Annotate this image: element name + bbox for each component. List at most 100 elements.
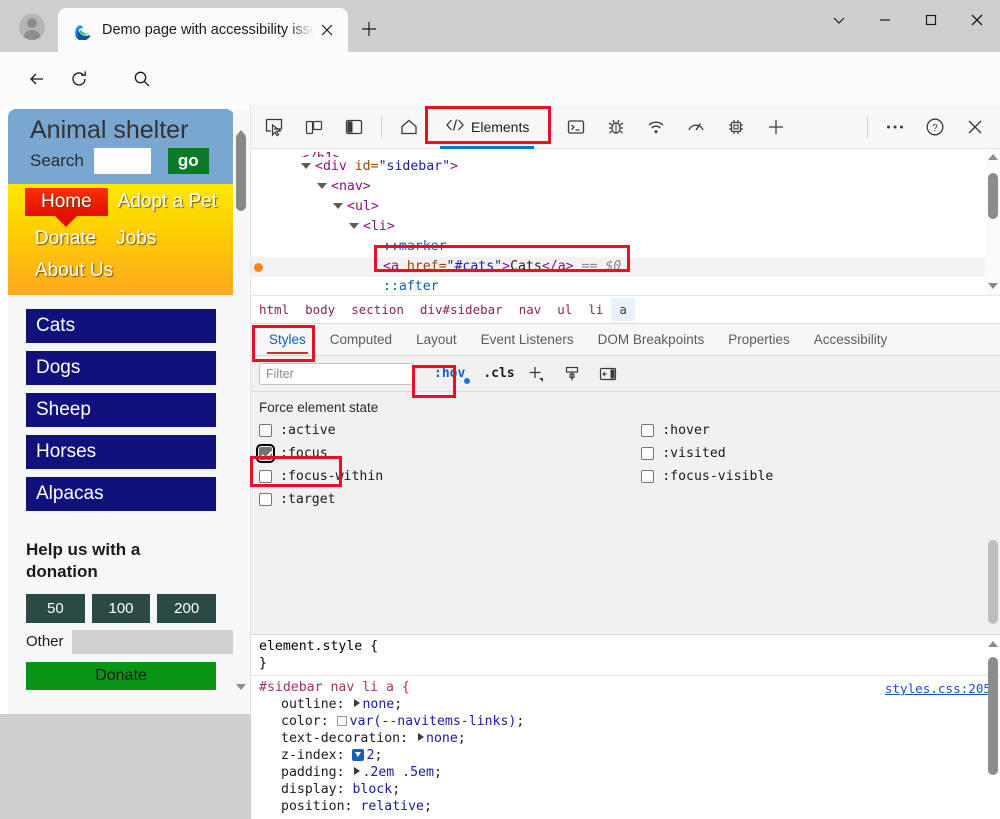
value-padding[interactable]: .2em .5em (362, 765, 433, 780)
checkbox-hover[interactable] (641, 424, 654, 437)
go-button[interactable]: go (168, 148, 209, 174)
breadcrumb-div-sidebar[interactable]: div#sidebar (412, 298, 511, 321)
expand-arrow-icon[interactable] (418, 733, 424, 741)
animal-link-horses[interactable]: Horses (26, 435, 216, 469)
declaration-z-index[interactable]: z-index: 2; (259, 747, 993, 764)
value-text-decoration[interactable]: none (426, 731, 458, 746)
rule-element-style[interactable]: element.style { } (251, 635, 1000, 675)
inspect-element-icon[interactable] (257, 110, 291, 144)
checkbox-row-active[interactable]: :active (259, 419, 383, 442)
breadcrumb-body[interactable]: body (297, 298, 343, 321)
checkbox-row-focus-within[interactable]: :focus-within (259, 465, 383, 488)
performance-icon[interactable] (679, 110, 713, 144)
page-scrollbar[interactable] (233, 109, 249, 714)
network-icon[interactable] (639, 110, 673, 144)
refresh-icon[interactable] (62, 62, 96, 96)
checkbox-focus-within[interactable] (259, 470, 272, 483)
breadcrumb-ul[interactable]: ul (549, 298, 580, 321)
page-scroll-down-icon[interactable] (236, 690, 246, 708)
nav-item-donate[interactable]: Donate (25, 225, 106, 253)
page-scroll-thumb[interactable] (236, 133, 246, 211)
dom-anchor-href-value[interactable]: "#cats" (447, 259, 503, 274)
dock-side-icon[interactable] (337, 110, 371, 144)
expand-arrow-icon[interactable] (354, 699, 360, 707)
prop-display[interactable]: display (281, 782, 337, 797)
value-display[interactable]: block (352, 782, 392, 797)
dom-line-marker[interactable]: ::marker (251, 237, 1000, 257)
breadcrumb-nav[interactable]: nav (511, 298, 550, 321)
animal-link-dogs[interactable]: Dogs (26, 351, 216, 385)
animal-link-cats[interactable]: Cats (26, 309, 216, 343)
value-position[interactable]: relative (360, 799, 424, 814)
maximize-button[interactable] (908, 0, 954, 40)
rule-selector[interactable]: #sidebar nav li a { (259, 679, 993, 696)
page-scroll-up-icon[interactable] (236, 113, 246, 131)
close-window-button[interactable] (954, 0, 1000, 40)
new-style-rule-icon[interactable] (521, 361, 551, 387)
nav-item-about-us[interactable]: About Us (25, 257, 123, 285)
checkbox-focus[interactable] (259, 447, 272, 460)
styles-filter-input[interactable]: Filter (259, 363, 414, 385)
value-z-index[interactable]: 2 (366, 748, 374, 763)
pane-tab-properties[interactable]: Properties (716, 327, 802, 352)
declaration-padding[interactable]: padding: .2em .5em; (259, 764, 993, 781)
color-swatch-icon[interactable] (337, 716, 347, 726)
pane-tab-accessibility[interactable]: Accessibility (802, 327, 900, 352)
debugger-bug-icon[interactable] (599, 110, 633, 144)
dom-tree[interactable]: </h1> <div id="sidebar"> <nav> <ul> <li>… (251, 149, 1000, 295)
value-outline[interactable]: none (362, 697, 394, 712)
profile-button[interactable] (10, 8, 54, 46)
breadcrumb-section[interactable]: section (343, 298, 412, 321)
checkbox-row-target[interactable]: :target (259, 488, 383, 511)
pane-tab-dom-breakpoints[interactable]: DOM Breakpoints (586, 327, 717, 352)
checkbox-active[interactable] (259, 424, 272, 437)
dom-line-div-sidebar[interactable]: <div id="sidebar"> (251, 157, 1000, 177)
breadcrumb[interactable]: html body section div#sidebar nav ul li … (251, 295, 1000, 323)
twisty-icon[interactable] (301, 163, 311, 169)
amount-50-button[interactable]: 50 (26, 594, 85, 623)
force-state-hov-button[interactable]: :hov (430, 364, 469, 383)
other-amount-input[interactable] (72, 630, 234, 654)
pane-tab-event-listeners[interactable]: Event Listeners (469, 327, 586, 352)
memory-chip-icon[interactable] (719, 110, 753, 144)
prop-position[interactable]: position (281, 799, 345, 814)
checkbox-visited[interactable] (641, 447, 654, 460)
close-devtools-icon[interactable] (958, 110, 992, 144)
amount-200-button[interactable]: 200 (157, 594, 216, 623)
pane-tab-styles[interactable]: Styles (257, 327, 318, 352)
prop-outline[interactable]: outline (281, 697, 337, 712)
nav-item-adopt-a-pet[interactable]: Adopt a Pet (108, 188, 227, 216)
twisty-icon[interactable] (317, 183, 327, 189)
home-icon[interactable] (392, 110, 426, 144)
new-tab-button[interactable] (352, 13, 386, 45)
dom-line-li[interactable]: <li> (251, 217, 1000, 237)
checkbox-row-focus-visible[interactable]: :focus-visible (641, 465, 773, 488)
twisty-icon[interactable] (349, 223, 359, 229)
declaration-display[interactable]: display: block; (259, 781, 993, 798)
declaration-outline[interactable]: outline: none; (259, 696, 993, 713)
browser-tab[interactable]: Demo page with accessibility issu (58, 8, 348, 52)
animal-link-sheep[interactable]: Sheep (26, 393, 216, 427)
breadcrumb-a[interactable]: a (611, 298, 635, 321)
prop-text-decoration[interactable]: text-decoration (281, 731, 400, 746)
declaration-position[interactable]: position: relative; (259, 798, 993, 815)
more-tools-ellipsis-icon[interactable] (878, 110, 912, 144)
prop-color[interactable]: color (281, 714, 321, 729)
breakpoint-dot-icon[interactable] (254, 263, 263, 272)
z-index-badge-icon[interactable] (352, 749, 364, 761)
add-panel-icon[interactable] (759, 110, 793, 144)
pane-tab-computed[interactable]: Computed (318, 327, 404, 352)
checkbox-target[interactable] (259, 493, 272, 506)
checkbox-row-visited[interactable]: :visited (641, 442, 773, 465)
value-color[interactable]: var(--navitems-links) (350, 714, 517, 729)
stylesheet-source-link[interactable]: styles.css:205 (885, 680, 991, 697)
styles-scrollbar-upper[interactable] (985, 540, 1000, 634)
declaration-color[interactable]: color: var(--navitems-links); (259, 713, 993, 730)
dom-line-ul[interactable]: <ul> (251, 197, 1000, 217)
search-input[interactable] (94, 148, 151, 174)
breadcrumb-html[interactable]: html (251, 298, 297, 321)
dom-line-after[interactable]: ::after (251, 277, 1000, 295)
search-icon[interactable] (125, 62, 159, 96)
close-tab-icon[interactable] (314, 17, 340, 43)
tab-actions-chevron-icon[interactable] (816, 0, 862, 40)
